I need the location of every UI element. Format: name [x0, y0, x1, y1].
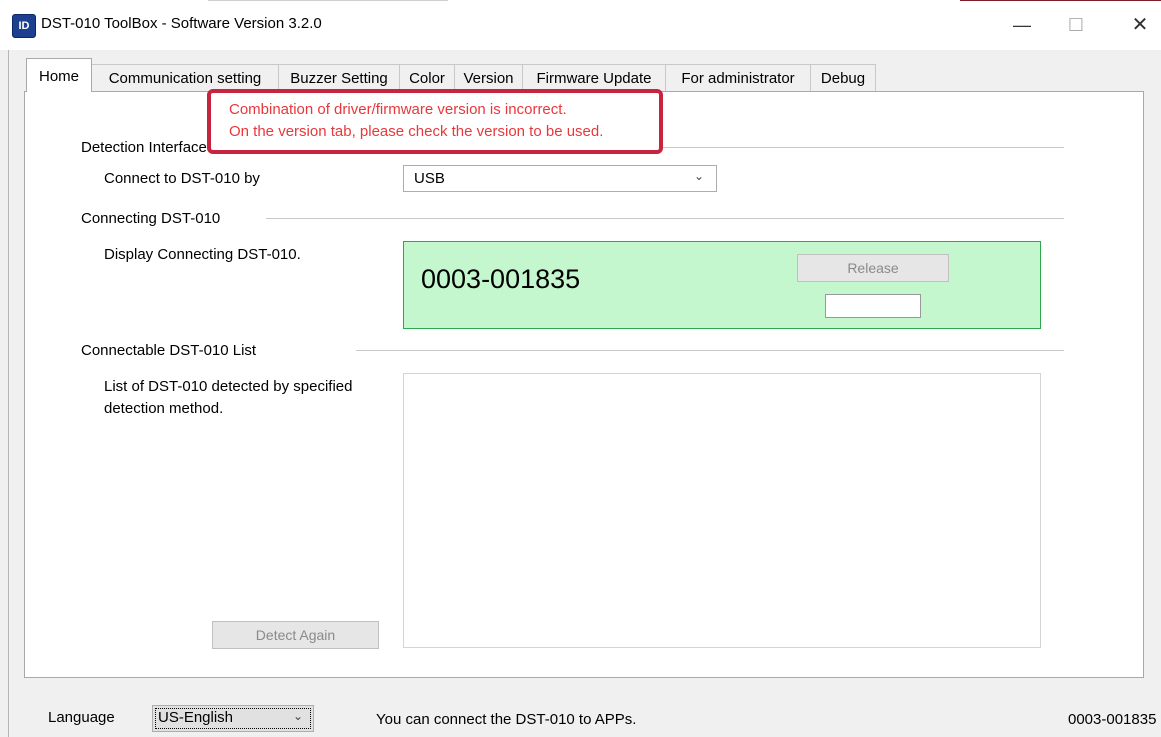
maximize-button[interactable]: ☐: [1050, 0, 1102, 50]
connected-device-box: 0003-001835 Release: [403, 241, 1041, 329]
detect-again-button[interactable]: Detect Again: [212, 621, 379, 649]
tab-communication-setting[interactable]: Communication setting: [91, 64, 279, 92]
group-divider: [266, 218, 1064, 219]
minimize-button[interactable]: —: [996, 0, 1048, 50]
group-divider: [356, 350, 1064, 351]
error-message-line: On the version tab, please check the ver…: [229, 123, 604, 140]
chevron-down-icon: ⌄: [293, 709, 304, 723]
tab-firmware-update[interactable]: Firmware Update: [522, 64, 666, 92]
error-message-line: Combination of driver/firmware version i…: [229, 101, 567, 118]
connected-device-id: 0003-001835: [421, 264, 581, 294]
language-select[interactable]: US-English ⌄: [152, 705, 314, 732]
tab-version[interactable]: Version: [454, 64, 523, 92]
connect-by-select[interactable]: USB ⌄: [403, 165, 717, 192]
tab-color[interactable]: Color: [399, 64, 455, 92]
connectable-list-group-label: Connectable DST-010 List: [81, 342, 257, 359]
window-border: [8, 50, 9, 737]
tab-home[interactable]: Home: [26, 58, 92, 92]
language-label: Language: [48, 709, 115, 726]
detection-interface-group-label: Detection Interface: [81, 139, 207, 156]
connectable-device-list[interactable]: [403, 373, 1041, 648]
close-button[interactable]: ✕: [1114, 0, 1161, 50]
language-value: US-English: [158, 709, 234, 726]
connecting-group-label: Connecting DST-010: [81, 210, 221, 227]
connect-by-value: USB: [414, 170, 445, 187]
release-field: [825, 294, 921, 318]
release-button[interactable]: Release: [797, 254, 949, 282]
window-title: DST-010 ToolBox - Software Version 3.2.0: [41, 15, 322, 32]
tab-for-administrator[interactable]: For administrator: [665, 64, 811, 92]
error-tooltip: Combination of driver/firmware version i…: [207, 89, 663, 154]
connect-by-label: Connect to DST-010 by: [104, 170, 260, 187]
connecting-description: Display Connecting DST-010.: [104, 246, 301, 263]
tab-buzzer-setting[interactable]: Buzzer Setting: [278, 64, 400, 92]
status-device-id: 0003-001835: [1068, 711, 1157, 728]
connectable-list-description: detection method.: [104, 400, 224, 417]
title-bar-accent: [208, 0, 448, 1]
title-bar: ID DST-010 ToolBox - Software Version 3.…: [0, 0, 1161, 50]
app-icon: ID: [12, 14, 36, 38]
chevron-down-icon: ⌄: [694, 169, 705, 183]
connectable-list-description: List of DST-010 detected by specified: [104, 378, 353, 395]
status-message: You can connect the DST-010 to APPs.: [376, 711, 637, 728]
tab-debug[interactable]: Debug: [810, 64, 876, 92]
